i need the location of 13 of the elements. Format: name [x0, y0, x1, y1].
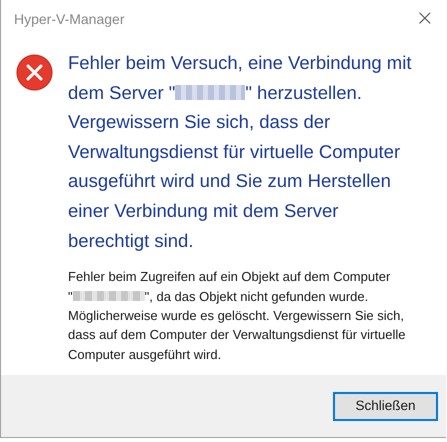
error-heading: Vergewissern Sie sich, dass der Verwaltungsdienst für virtuelle Computer ausgeführt wird und Sie zum Herstellen einer Verbindung mit dem Server berechtigt sind.: [68, 110, 402, 253]
error-heading: dem Server ": [68, 80, 176, 105]
error-heading: Fehler beim Versuch, eine Verbindung mit: [68, 51, 412, 75]
error-icon: [16, 54, 53, 91]
window-title: Hyper-V-Manager: [14, 10, 124, 29]
error-detail: ", da das Objekt nicht gefunden wurde.: [144, 288, 368, 306]
close-dialog-button[interactable]: Schließen: [333, 392, 438, 420]
error-detail: Möglicherweise wurde es gelöscht. Vergewissern Sie sich, dass auf dem Computer der Verwaltungsdienst für virtuelle Computer ausgeführt wird.: [68, 306, 406, 364]
error-heading: " herzustellen.: [245, 80, 362, 105]
close-button[interactable]: ×: [412, 8, 438, 30]
redacted-text: [175, 84, 246, 100]
error-detail: ": [68, 288, 73, 306]
error-detail: Fehler beim Zugreifen auf ein Objekt auf dem Computer: [68, 268, 390, 286]
